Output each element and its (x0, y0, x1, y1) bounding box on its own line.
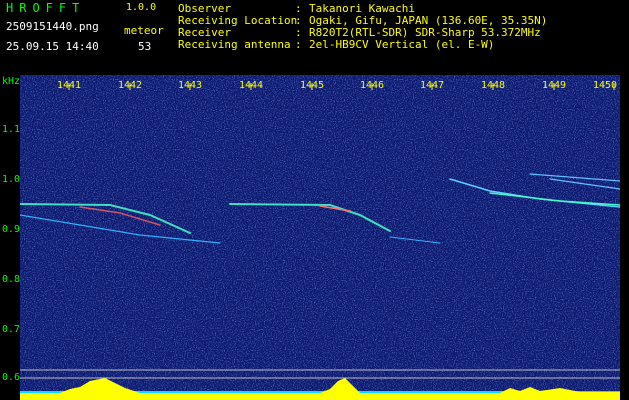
station-info: Observer: Takanori Kawachi Receiving Loca… (178, 3, 547, 51)
y-tick-label: 0.8 (2, 274, 21, 285)
x-tick-label: 1446 (359, 80, 385, 91)
x-tick-label: 1441 (56, 80, 82, 91)
waterfall-spectrogram (20, 75, 620, 400)
app-name: HROFFT (6, 1, 86, 15)
y-tick-label: 0.6 (2, 372, 21, 383)
app-version: 1.0.0 (126, 2, 157, 13)
y-axis-unit: kHz (2, 76, 21, 87)
meteor-label: meteor (124, 24, 164, 37)
info-value: 2el-HB9CV Vertical (el. E-W) (309, 38, 495, 51)
x-tick-label: 1447 (419, 80, 445, 91)
header-panel: HROFFT 1.0.0 2509151440.png meteor 25.09… (0, 0, 629, 72)
y-tick-label: 1.0 (2, 174, 21, 185)
x-tick-label: 1442 (117, 80, 143, 91)
y-tick-label: 0.9 (2, 224, 21, 235)
x-tick-label: 1444 (238, 80, 264, 91)
x-tick-label: 1449 (541, 80, 567, 91)
y-tick-label: 1.1 (2, 124, 21, 135)
x-tick-label: 1443 (177, 80, 203, 91)
file-name: 2509151440.png (6, 20, 99, 33)
meteor-count: 53 (138, 40, 152, 53)
y-tick-label: 0.7 (2, 324, 21, 335)
x-tick-label: 1448 (480, 80, 506, 91)
info-label: Receiving antenna (178, 38, 291, 51)
x-tick-label: 1445 (299, 80, 325, 91)
x-tick-label: 1450 (592, 80, 618, 91)
waterfall-noise (20, 75, 620, 400)
info-row-antenna: Receiving antenna:2el-HB9CV Vertical (el… (178, 38, 495, 51)
date-time: 25.09.15 14:40 (6, 40, 99, 53)
